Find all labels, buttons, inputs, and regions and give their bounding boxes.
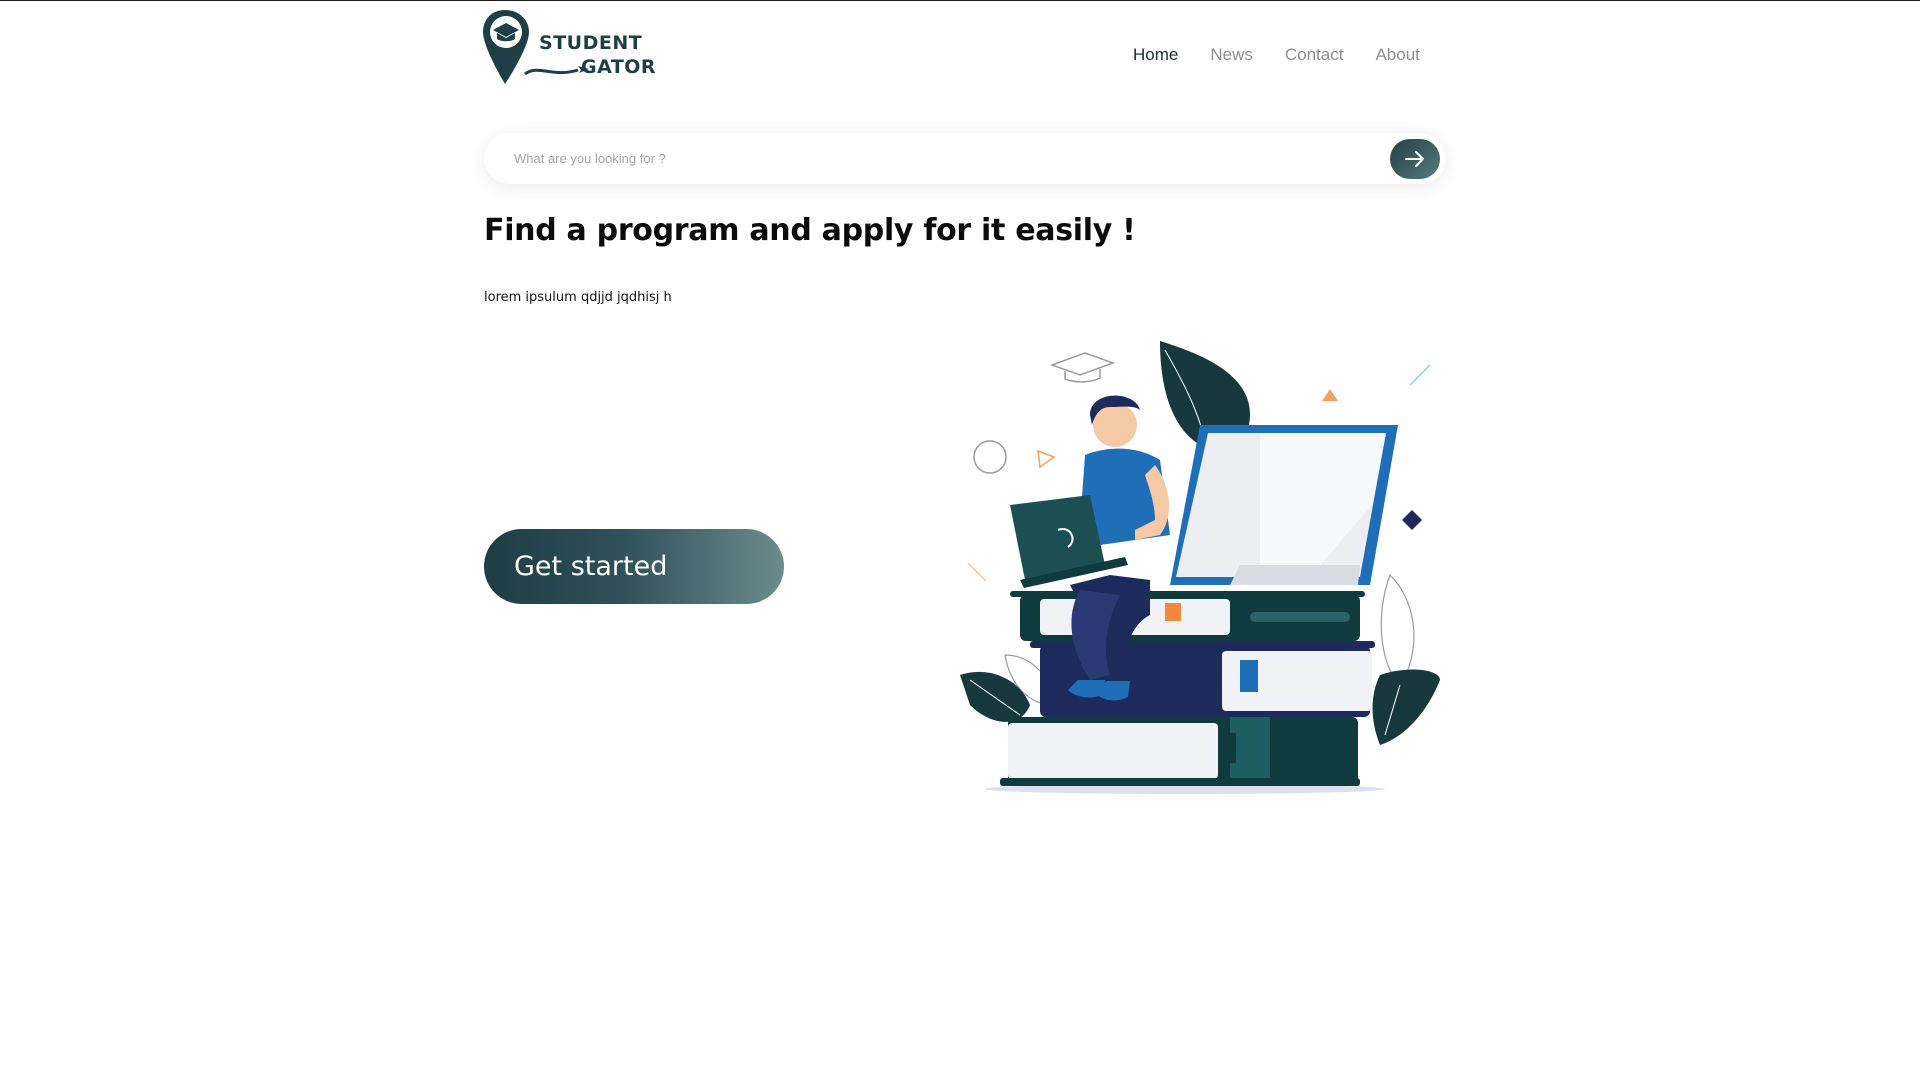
main-nav: Home News Contact About [1133, 45, 1420, 65]
logo[interactable]: STUDENT GATOR [483, 8, 656, 88]
search-bar [484, 133, 1446, 184]
arrow-right-icon [1405, 151, 1424, 167]
page-title: Find a program and apply for it easily ! [484, 213, 1136, 248]
nav-home[interactable]: Home [1133, 45, 1178, 65]
search-input[interactable] [514, 143, 1334, 173]
nav-news[interactable]: News [1210, 45, 1253, 65]
hero-subtext: lorem ipsulum qdjjd jqdhisj h [484, 290, 672, 305]
nav-about[interactable]: About [1375, 45, 1419, 65]
logo-text-student: STUDENT [539, 32, 643, 54]
student-books-illustration [960, 341, 1440, 794]
search-submit-button[interactable] [1390, 139, 1440, 179]
logo-text-gator: GATOR [581, 56, 657, 78]
nav-contact[interactable]: Contact [1285, 45, 1344, 65]
get-started-label: Get started [514, 551, 668, 582]
top-border [0, 0, 1920, 1]
get-started-button[interactable]: Get started [484, 529, 784, 604]
